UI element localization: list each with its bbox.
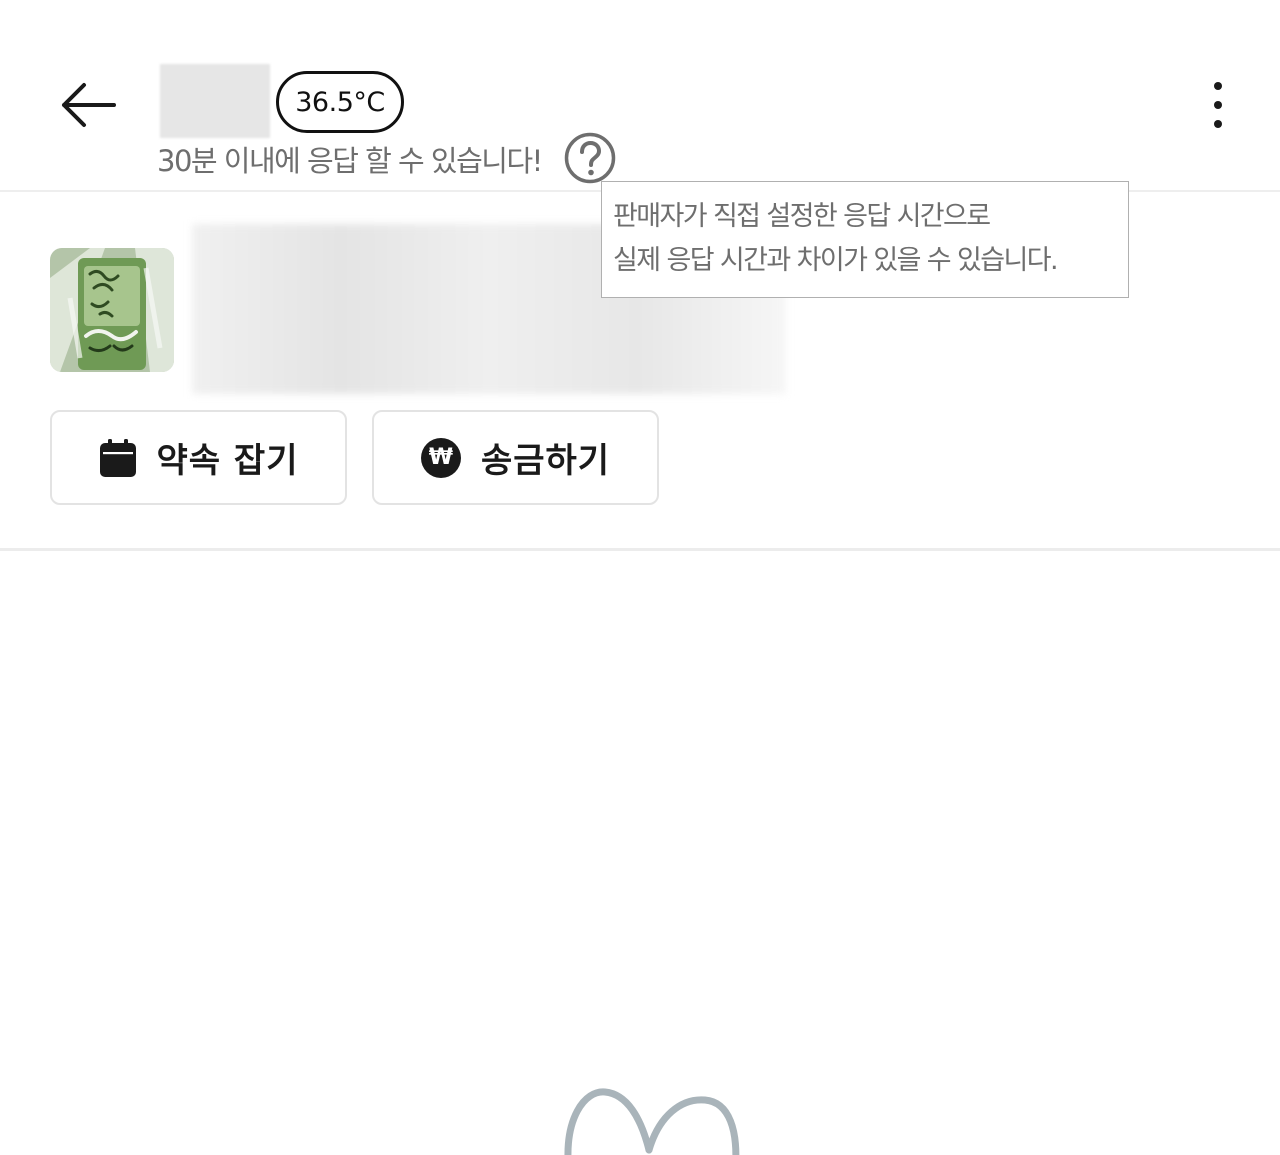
- response-time-note: 30분 이내에 응답 할 수 있습니다!: [157, 144, 543, 178]
- calendar-icon: [99, 438, 136, 477]
- product-image: [50, 248, 174, 372]
- help-button[interactable]: [563, 131, 617, 185]
- user-name-redacted: [160, 64, 270, 138]
- make-appointment-label: 약속 잡기: [156, 441, 299, 481]
- chat-header: 36.5°C 30분 이내에 응답 할 수 있습니다!: [0, 0, 1280, 192]
- more-vertical-icon-dot: [1214, 82, 1222, 90]
- send-money-label: 송금하기: [480, 441, 611, 481]
- won-coin-icon: ₩: [420, 437, 461, 478]
- manner-temperature-badge: 36.5°C: [276, 71, 404, 133]
- arrow-left-icon: [62, 83, 116, 127]
- response-time-tooltip: 판매자가 직접 설정한 응답 시간으로 실제 응답 시간과 차이가 있을 수 있…: [601, 181, 1129, 298]
- make-appointment-button[interactable]: 약속 잡기: [50, 410, 347, 505]
- question-circle-icon: [564, 132, 616, 184]
- more-vertical-icon-dot: [1214, 120, 1222, 128]
- bunny-ears-illustration: [555, 1078, 750, 1155]
- back-button[interactable]: [52, 72, 124, 138]
- product-thumbnail[interactable]: [50, 248, 174, 372]
- send-money-button[interactable]: ₩ 송금하기: [372, 410, 659, 505]
- more-vertical-icon-dot: [1214, 101, 1222, 109]
- tooltip-line: 실제 응답 시간과 차이가 있을 수 있습니다.: [613, 245, 1059, 276]
- section-divider: [0, 548, 1280, 551]
- more-options-button[interactable]: [1192, 72, 1244, 138]
- tooltip-line: 판매자가 직접 설정한 응답 시간으로: [613, 201, 991, 232]
- temperature-value: 36.5°C: [295, 86, 385, 118]
- won-symbol: ₩: [428, 445, 454, 470]
- rabbit-ears-icon: [564, 1088, 740, 1155]
